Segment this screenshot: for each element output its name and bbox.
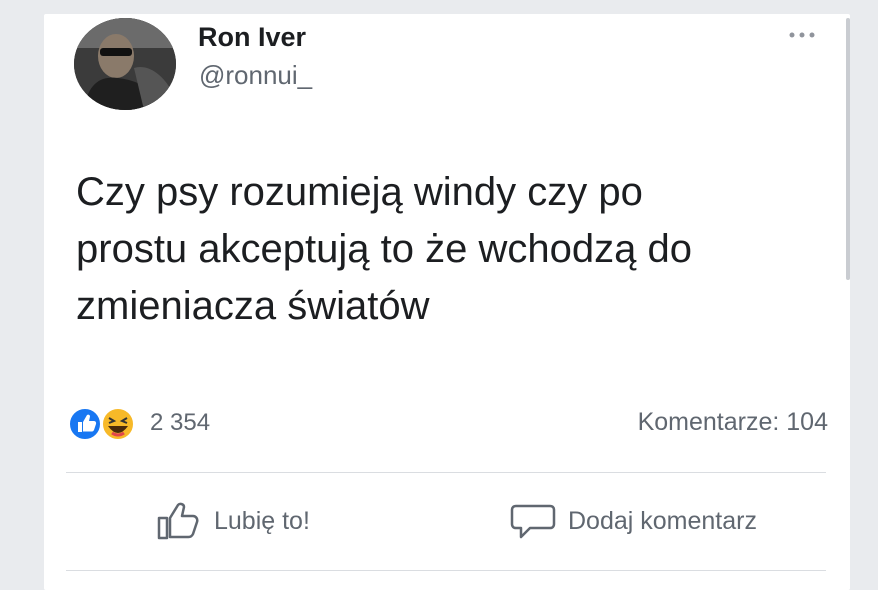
avatar[interactable] bbox=[74, 18, 176, 110]
like-label: Lubię to! bbox=[214, 506, 310, 535]
divider bbox=[66, 472, 826, 473]
post-text-line: Czy psy rozumieją windy czy po bbox=[76, 170, 643, 214]
haha-reaction-icon bbox=[101, 407, 135, 441]
comment-button[interactable]: Dodaj komentarz bbox=[510, 494, 757, 548]
more-options-icon[interactable] bbox=[786, 28, 818, 40]
comment-bubble-icon bbox=[510, 504, 556, 539]
post-text: Czy psy rozumieją windy czy po prostu ak… bbox=[76, 164, 846, 335]
comments-count[interactable]: Komentarze: 104 bbox=[638, 408, 828, 437]
post-text-line: prostu akceptują to że wchodzą do bbox=[76, 227, 692, 271]
like-button[interactable]: Lubię to! bbox=[156, 494, 310, 548]
post-text-line: zmieniacza światów bbox=[76, 284, 430, 328]
divider bbox=[66, 570, 826, 571]
thumbs-up-icon bbox=[157, 502, 199, 540]
like-reaction-icon bbox=[68, 407, 102, 441]
reaction-count[interactable]: 2 354 bbox=[150, 409, 210, 437]
author-handle[interactable]: @ronnui_ bbox=[199, 60, 312, 91]
author-name[interactable]: Ron Iver bbox=[198, 22, 306, 53]
comment-label: Dodaj komentarz bbox=[568, 506, 757, 535]
scrollbar[interactable] bbox=[846, 18, 850, 280]
